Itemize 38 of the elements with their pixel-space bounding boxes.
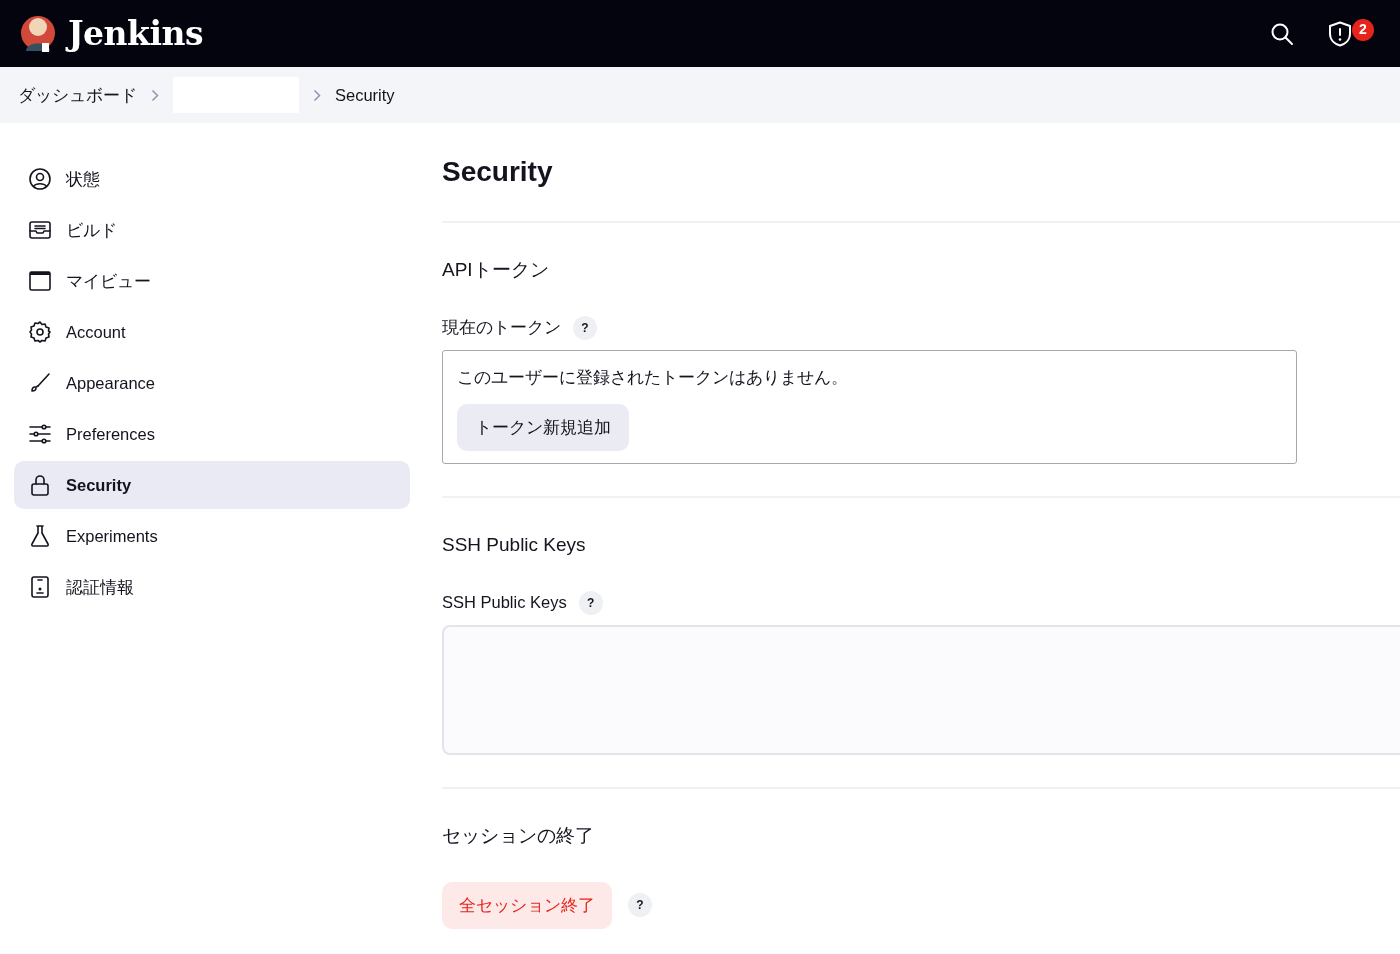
breadcrumb-link[interactable]: ダッシュボード bbox=[18, 82, 137, 108]
section-heading: APIトークン bbox=[442, 258, 550, 282]
terminate-sessions-button[interactable]: 全セッション終了 bbox=[442, 882, 612, 929]
sidebar-item[interactable]: Appearance bbox=[14, 359, 410, 407]
search-icon[interactable] bbox=[1270, 21, 1294, 46]
sliders-icon bbox=[28, 422, 52, 446]
window-icon bbox=[28, 269, 52, 293]
settings-icon bbox=[28, 320, 52, 344]
breadcrumb-current[interactable]: Security bbox=[335, 82, 395, 108]
chevron-right-icon bbox=[151, 88, 159, 102]
field-label: 現在のトークン bbox=[442, 317, 561, 339]
add-token-button[interactable]: トークン新規追加 bbox=[457, 403, 629, 451]
sidebar-item[interactable]: マイビュー bbox=[14, 257, 410, 305]
paintbrush-icon bbox=[28, 371, 52, 395]
sidebar-item[interactable]: 状態 bbox=[14, 155, 410, 203]
help-button[interactable]: ? bbox=[628, 893, 652, 918]
flask-icon bbox=[28, 524, 52, 548]
empty-message: このユーザーに登録されたトークンはありません。 bbox=[457, 367, 849, 389]
field-label: SSH Public Keys bbox=[442, 592, 567, 614]
chevron-right-icon bbox=[313, 88, 321, 102]
page-title: Security bbox=[442, 155, 554, 189]
inbox-tray-icon bbox=[28, 218, 52, 242]
section-heading: セッションの終了 bbox=[442, 825, 595, 848]
sidebar-item[interactable]: Preferences bbox=[14, 410, 410, 458]
ssh-keys-field[interactable] bbox=[442, 625, 1400, 756]
id-badge-icon bbox=[28, 575, 52, 599]
sidebar-item[interactable]: ビルド bbox=[14, 206, 410, 254]
sidebar-item[interactable]: Experiments bbox=[14, 512, 410, 560]
sidebar-item[interactable]: 認証情報 bbox=[14, 563, 410, 611]
shield-warning-icon[interactable] bbox=[1328, 20, 1352, 47]
help-button[interactable]: ? bbox=[578, 590, 603, 615]
sidebar-item[interactable]: Security bbox=[14, 461, 410, 509]
help-button[interactable]: ? bbox=[573, 315, 597, 340]
person-circle-icon bbox=[28, 167, 52, 191]
section-heading: SSH Public Keys bbox=[442, 533, 587, 557]
padlock-icon bbox=[28, 473, 52, 497]
sidebar-item[interactable]: Account bbox=[14, 308, 410, 356]
count-badge: 2 bbox=[1352, 18, 1374, 41]
